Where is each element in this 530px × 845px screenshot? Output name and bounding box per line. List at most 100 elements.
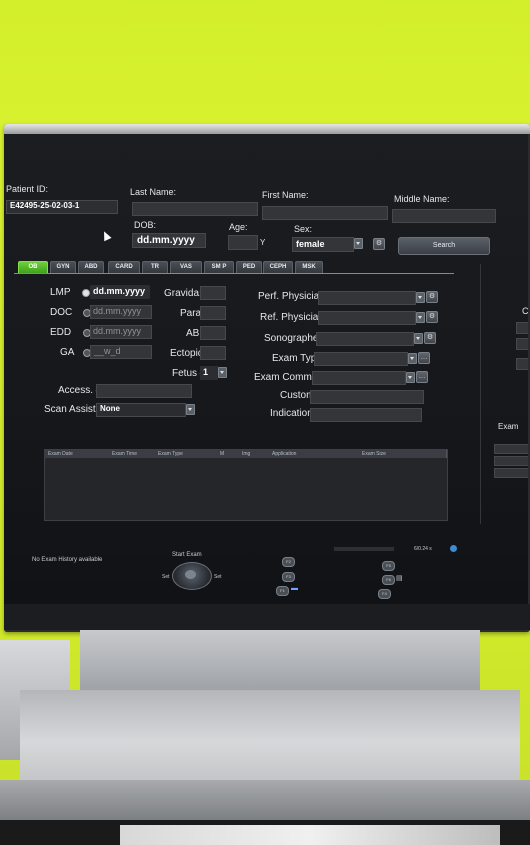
fetus-value: 1 — [203, 367, 209, 377]
tab-underline — [14, 273, 454, 274]
sonographer-dropdown-icon[interactable] — [414, 333, 423, 344]
age-unit: Y — [260, 238, 266, 247]
exam-type-more-icon[interactable]: … — [418, 352, 430, 364]
exam-table — [44, 449, 448, 521]
perf-physician-settings-icon[interactable]: ⚙ — [426, 291, 438, 303]
fetus-select[interactable]: 1 — [200, 366, 218, 380]
sex-value: female — [296, 239, 325, 249]
first-name-field[interactable] — [262, 206, 388, 220]
first-name-label: First Name: — [262, 190, 309, 200]
doc-field[interactable]: dd.mm.yyyy — [90, 305, 152, 319]
monitor-bezel-top — [4, 124, 530, 134]
keyboard-strip — [120, 825, 500, 845]
ref-physician-dropdown-icon[interactable] — [416, 312, 425, 323]
lmp-field[interactable]: dd.mm.yyyy — [90, 285, 150, 299]
doc-value: dd.mm.yyyy — [93, 306, 142, 316]
col-exam-time[interactable]: Exam Time — [108, 450, 155, 458]
exam-type-dropdown-icon[interactable] — [408, 353, 417, 364]
lmp-radio[interactable] — [82, 289, 90, 297]
col-img[interactable]: Img — [238, 450, 269, 458]
age-label: Age: — [229, 222, 248, 232]
right-panel — [480, 264, 528, 524]
print-icon: ▬ — [291, 585, 298, 592]
col-exam-date[interactable]: Exam Date — [44, 450, 109, 458]
sex-select[interactable]: female — [292, 237, 354, 252]
mouse-cursor-icon — [100, 229, 112, 242]
patient-id-label: Patient ID: — [6, 184, 49, 194]
middle-name-field[interactable] — [392, 209, 496, 223]
edd-field[interactable]: dd.mm.yyyy — [90, 325, 152, 339]
network-status-icon — [450, 545, 457, 552]
exam-type-field[interactable] — [314, 352, 408, 366]
sex-label: Sex: — [294, 224, 313, 234]
sex-dropdown-icon[interactable] — [354, 238, 363, 249]
middle-name-label: Middle Name: — [394, 194, 450, 204]
fetus-dropdown-icon[interactable] — [218, 367, 227, 378]
f4-key[interactable]: F4 — [378, 589, 391, 599]
custom-field[interactable] — [310, 390, 424, 404]
start-exam-label: Start Exam — [172, 552, 202, 558]
f1-key[interactable]: F1 — [276, 586, 289, 596]
f2-key[interactable]: F2 — [282, 557, 295, 567]
scan-assistant-dropdown-icon[interactable] — [186, 404, 195, 415]
f6-key[interactable]: F6 — [382, 575, 395, 585]
gravida-label: Gravida: — [164, 288, 202, 299]
monitor-bezel-bottom — [4, 604, 530, 630]
sonographer-settings-icon[interactable]: ⚙ — [424, 332, 436, 344]
last-name-label: Last Name: — [130, 187, 177, 197]
exam-comment-more-icon[interactable]: … — [416, 371, 428, 383]
f5-key[interactable]: F5 — [382, 561, 395, 571]
right-exam-row-3[interactable] — [494, 468, 528, 478]
col-exam-size[interactable]: Exam Size — [358, 450, 447, 458]
right-field-2[interactable] — [516, 338, 528, 350]
right-field-1[interactable] — [516, 322, 528, 334]
dob-value: dd.mm.yyyy — [137, 235, 195, 246]
age-field[interactable] — [228, 235, 258, 250]
ab-field[interactable] — [200, 326, 226, 340]
exam-comment-dropdown-icon[interactable] — [406, 372, 415, 383]
dob-label: DOB: — [134, 220, 157, 230]
col-m[interactable]: M — [216, 450, 239, 458]
f3-key[interactable]: F3 — [282, 572, 295, 582]
ref-physician-field[interactable] — [318, 311, 416, 325]
indication-label: Indication: — [270, 408, 316, 419]
set-left-label: Set — [162, 574, 170, 580]
no-exam-history-text: No Exam History available — [32, 557, 103, 563]
perf-physician-field[interactable] — [318, 291, 416, 305]
right-exam-row-1[interactable] — [494, 444, 528, 454]
access-field[interactable] — [96, 384, 192, 398]
right-field-3[interactable] — [516, 358, 528, 370]
progress-track — [334, 547, 394, 551]
search-button[interactable]: Search — [398, 237, 490, 255]
ref-physician-settings-icon[interactable]: ⚙ — [426, 311, 438, 323]
ref-physician-label: Ref. Physician: — [260, 312, 327, 323]
para-field[interactable] — [200, 306, 226, 320]
doc-label: DOC — [50, 307, 73, 318]
col-application[interactable]: Application — [268, 450, 359, 458]
sonographer-field[interactable] — [316, 332, 414, 346]
right-exam-row-2[interactable] — [494, 456, 528, 466]
col-exam-type[interactable]: Exam Type — [154, 450, 217, 458]
right-panel-exam-label: Exam — [498, 422, 519, 431]
gravida-field[interactable] — [200, 286, 226, 300]
exam-comment-field[interactable] — [312, 371, 406, 385]
last-name-field[interactable] — [132, 202, 258, 216]
patient-settings-icon[interactable]: ⚙ — [373, 238, 385, 250]
edd-value: dd.mm.yyyy — [93, 326, 142, 336]
patient-id-field[interactable]: E42495-25-02-03-1 — [6, 200, 118, 214]
edd-label: EDD — [50, 327, 72, 338]
scan-assistant-value: None — [100, 404, 120, 413]
stand-shadow — [0, 780, 530, 820]
stand-neck — [80, 630, 480, 690]
scan-assistant-select[interactable]: None — [96, 403, 186, 417]
ectopic-field[interactable] — [200, 346, 226, 360]
perf-physician-dropdown-icon[interactable] — [416, 292, 425, 303]
lmp-label: LMP — [50, 287, 71, 298]
patient-id-value: E42495-25-02-03-1 — [10, 201, 80, 210]
ultrasound-screen: Patient ID: E42495-25-02-03-1 Last Name:… — [4, 134, 528, 604]
ga-field[interactable]: __w_d — [90, 345, 152, 359]
indication-field[interactable] — [310, 408, 422, 422]
dob-field[interactable]: dd.mm.yyyy — [132, 233, 206, 248]
lmp-value: dd.mm.yyyy — [93, 286, 146, 296]
trackball-center-icon[interactable] — [185, 570, 196, 579]
